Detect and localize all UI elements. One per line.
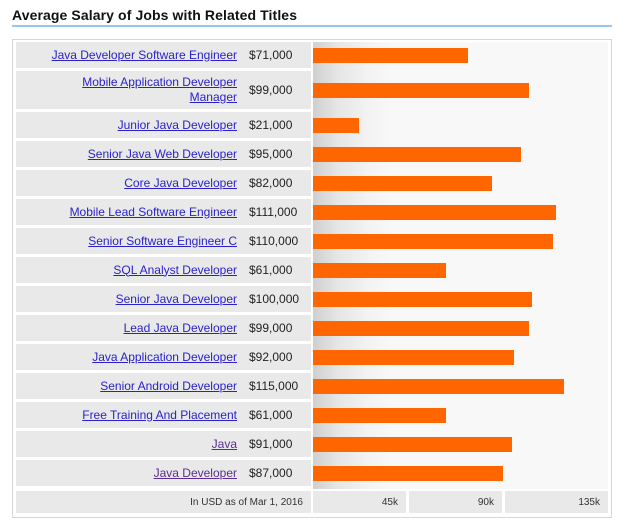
bar <box>313 147 521 162</box>
table-row: Free Training And Placement $61,000 <box>16 402 311 428</box>
job-title-link[interactable]: Senior Android Developer <box>100 379 237 394</box>
salary-value: $91,000 <box>249 437 293 451</box>
table-row: Senior Android Developer $115,000 <box>16 373 311 399</box>
job-title-link[interactable]: Junior Java Developer <box>118 118 237 133</box>
table-row: Senior Software Engineer C $110,000 <box>16 228 311 254</box>
bar <box>313 234 553 249</box>
table-row: Lead Java Developer $99,000 <box>16 315 311 341</box>
job-title-link[interactable]: SQL Analyst Developer <box>113 263 237 278</box>
job-title-link[interactable]: Core Java Developer <box>124 176 237 191</box>
table-row: Java Developer $87,000 <box>16 460 311 486</box>
salary-value: $115,000 <box>249 379 299 393</box>
salary-value: $61,000 <box>249 408 293 422</box>
salary-value: $87,000 <box>249 466 293 480</box>
salary-value: $21,000 <box>249 118 293 132</box>
job-title-link[interactable]: Mobile Lead Software Engineer <box>70 205 237 220</box>
salary-value: $82,000 <box>249 176 293 190</box>
job-title-link[interactable]: Senior Java Web Developer <box>88 147 237 162</box>
table-row: Mobile Application Developer Manager $99,… <box>16 71 311 109</box>
bar <box>313 118 359 133</box>
job-title-link[interactable]: Java <box>212 437 237 452</box>
table-row: SQL Analyst Developer $61,000 <box>16 257 311 283</box>
salary-value: $110,000 <box>249 234 299 248</box>
job-title-link[interactable]: Senior Software Engineer C <box>88 234 237 249</box>
table-row: Java $91,000 <box>16 431 311 457</box>
salary-value: $92,000 <box>249 350 293 364</box>
bar <box>313 263 446 278</box>
bar <box>313 292 532 307</box>
bar-canvas <box>313 48 564 481</box>
salary-chart: Java Developer Software Engineer $71,000 M… <box>12 39 612 518</box>
bar <box>313 408 446 423</box>
salary-value: $71,000 <box>249 48 293 62</box>
salary-value: $99,000 <box>249 83 293 97</box>
x-tick-label: 135k <box>505 491 608 513</box>
table-row: Junior Java Developer $21,000 <box>16 112 311 138</box>
salary-value: $100,000 <box>249 292 300 306</box>
bar <box>313 48 468 63</box>
footer-note: In USD as of Mar 1, 2016 <box>16 491 311 513</box>
bar <box>313 437 512 452</box>
salary-value: $95,000 <box>249 147 293 161</box>
plot-area <box>313 42 608 489</box>
job-title-link[interactable]: Java Developer <box>154 466 237 481</box>
job-title-link[interactable]: Java Application Developer <box>92 350 237 365</box>
salary-value: $99,000 <box>249 321 293 335</box>
job-title-link[interactable]: Lead Java Developer <box>124 321 237 336</box>
table-row: Core Java Developer $82,000 <box>16 170 311 196</box>
salary-value: $111,000 <box>249 205 298 219</box>
title-underline <box>12 25 612 27</box>
table-row: Java Developer Software Engineer $71,000 <box>16 42 311 68</box>
bar <box>313 350 514 365</box>
table-row: Senior Java Web Developer $95,000 <box>16 141 311 167</box>
job-title-link[interactable]: Free Training And Placement <box>82 408 237 423</box>
table-row: Mobile Lead Software Engineer $111,000 <box>16 199 311 225</box>
table-row: Senior Java Developer $100,000 <box>16 286 311 312</box>
job-title-link[interactable]: Mobile Application Developer Manager <box>67 75 237 105</box>
bar <box>313 321 529 336</box>
x-tick-label: 90k <box>409 491 502 513</box>
bar <box>313 83 529 98</box>
bar <box>313 205 556 220</box>
job-title-link[interactable]: Senior Java Developer <box>116 292 237 307</box>
job-title-link[interactable]: Java Developer Software Engineer <box>52 48 237 63</box>
section-title: Average Salary of Jobs with Related Titl… <box>12 7 298 23</box>
bar <box>313 379 564 394</box>
table-row: Java Application Developer $92,000 <box>16 344 311 370</box>
bar <box>313 176 492 191</box>
x-tick-label: 45k <box>313 491 406 513</box>
salary-value: $61,000 <box>249 263 293 277</box>
axis-footer: In USD as of Mar 1, 2016 45k 90k 135k <box>16 491 608 513</box>
bar <box>313 466 503 481</box>
